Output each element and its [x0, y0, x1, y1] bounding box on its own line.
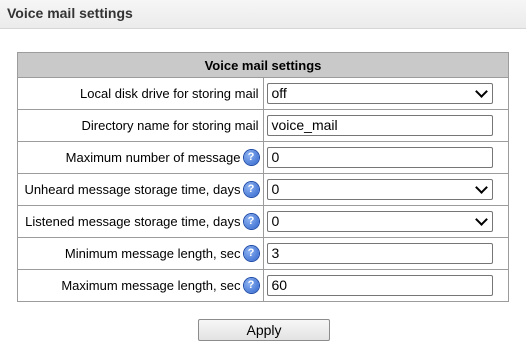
help-icon[interactable]: ? — [243, 246, 259, 261]
table-header: Voice mail settings — [17, 52, 509, 78]
row-listened-storage-time: Listened message storage time, days? 0 — [17, 205, 509, 238]
listened-storage-time-label: Listened message storage time, days — [25, 214, 241, 229]
chevron-down-icon — [474, 85, 488, 98]
help-icon[interactable]: ? — [243, 278, 259, 293]
page-title: Voice mail settings — [7, 5, 133, 21]
help-icon[interactable]: ? — [243, 150, 259, 165]
row-min-message-length: Minimum message length, sec? 3 — [17, 237, 509, 270]
min-message-length-input[interactable]: 3 — [266, 243, 493, 264]
directory-name-label: Directory name for storing mail — [81, 118, 259, 133]
row-unheard-storage-time: Unheard message storage time, days? 0 — [17, 173, 509, 206]
directory-name-input[interactable]: voice_mail — [266, 115, 493, 136]
page-header: Voice mail settings — [0, 0, 526, 29]
row-directory-name: Directory name for storing mail voice_ma… — [17, 109, 509, 142]
help-icon[interactable]: ? — [243, 182, 259, 197]
listened-storage-time-select[interactable]: 0 — [266, 211, 493, 232]
apply-button[interactable]: Apply — [198, 319, 330, 341]
local-disk-drive-select[interactable]: off — [266, 83, 493, 104]
chevron-down-icon — [474, 181, 488, 194]
max-messages-label: Maximum number of message — [65, 150, 241, 165]
unheard-storage-time-label: Unheard message storage time, days — [24, 182, 241, 197]
max-message-length-label: Maximum message length, sec — [61, 278, 241, 293]
row-max-messages: Maximum number of message? 0 — [17, 141, 509, 174]
unheard-storage-time-value: 0 — [271, 181, 280, 197]
local-disk-drive-label: Local disk drive for storing mail — [80, 86, 259, 101]
voice-mail-settings-table: Voice mail settings Local disk drive for… — [17, 52, 509, 302]
help-icon[interactable]: ? — [243, 214, 259, 229]
max-messages-input[interactable]: 0 — [266, 147, 493, 168]
min-message-length-label: Minimum message length, sec — [64, 246, 241, 261]
max-message-length-input[interactable]: 60 — [266, 275, 493, 296]
listened-storage-time-value: 0 — [271, 213, 280, 229]
row-max-message-length: Maximum message length, sec? 60 — [17, 269, 509, 302]
row-local-disk-drive: Local disk drive for storing mail off — [17, 77, 509, 110]
chevron-down-icon — [474, 213, 488, 226]
local-disk-drive-value: off — [271, 85, 287, 101]
unheard-storage-time-select[interactable]: 0 — [266, 179, 493, 200]
